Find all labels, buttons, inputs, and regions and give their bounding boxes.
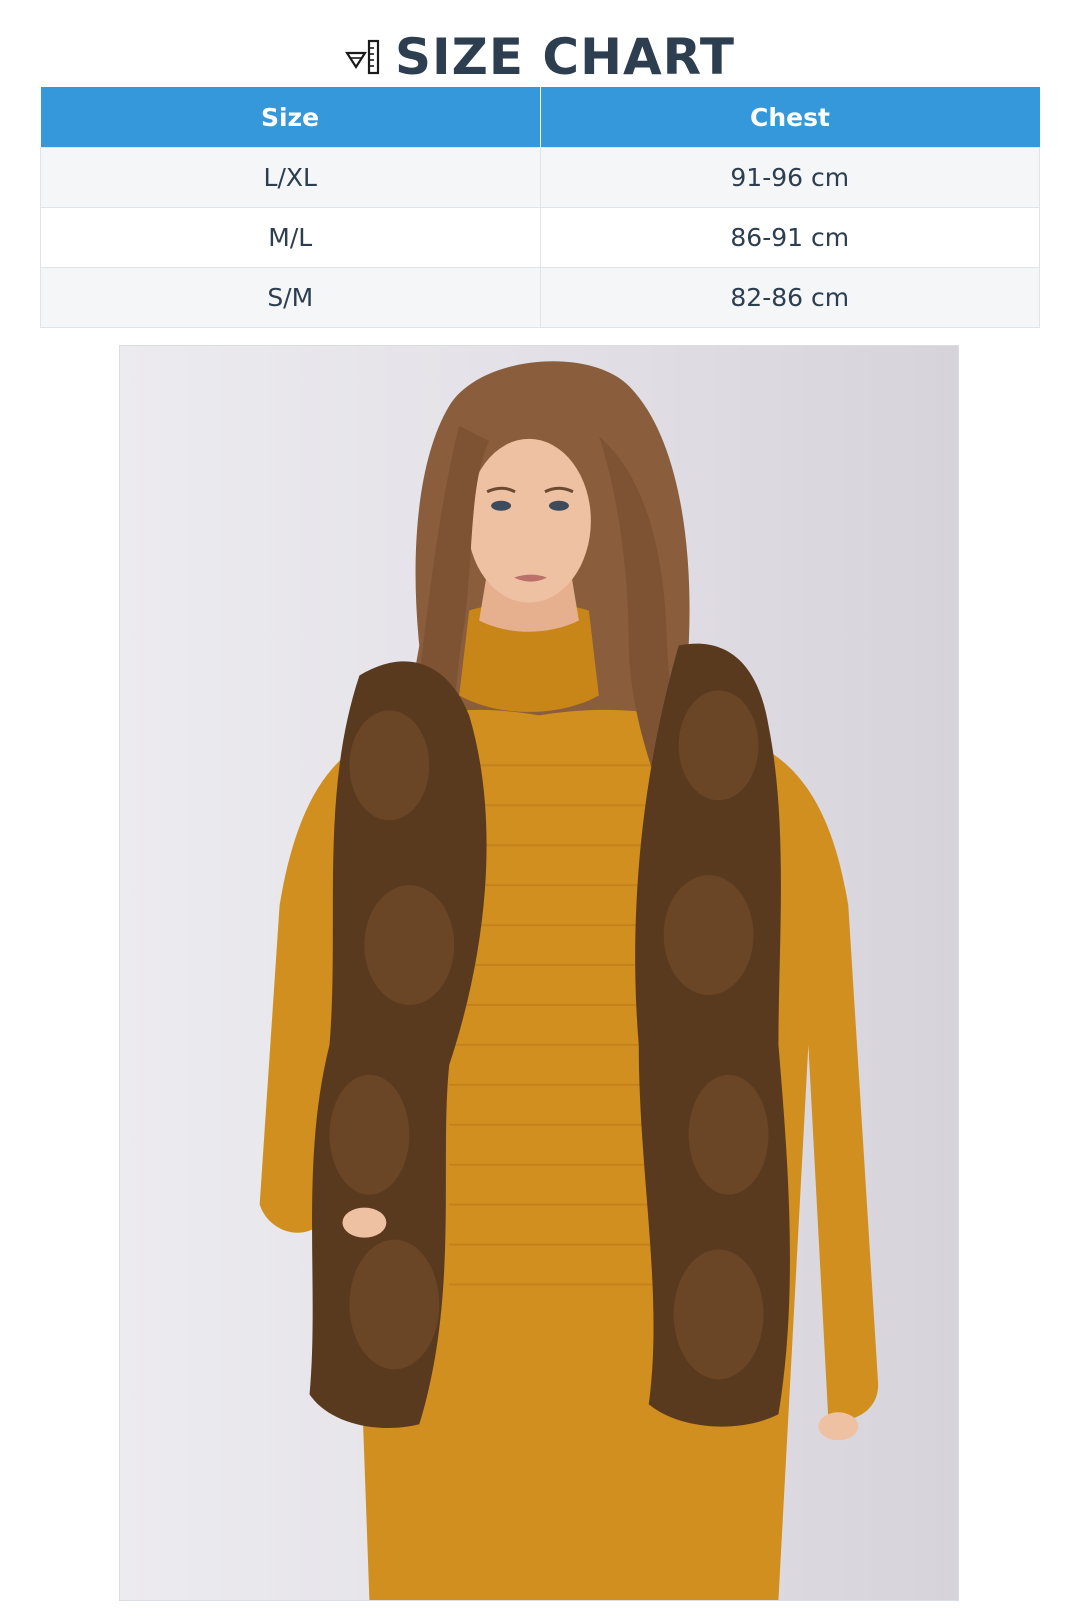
table-row: S/M 82-86 cm xyxy=(40,267,1040,328)
chest-cell: 86-91 cm xyxy=(539,207,1040,268)
size-chart-header: SIZE CHART xyxy=(0,22,1080,92)
table-row: L/XL 91-96 cm xyxy=(40,147,1040,208)
ruler-icon xyxy=(344,39,380,75)
chest-cell: 82-86 cm xyxy=(539,267,1040,328)
page-title: SIZE CHART xyxy=(394,28,736,86)
model-illustration xyxy=(259,361,879,1600)
size-chart-table: Size Chest L/XL 91-96 cm M/L 86-91 cm S/… xyxy=(40,87,1040,328)
size-cell: L/XL xyxy=(40,147,541,208)
size-cell: M/L xyxy=(40,207,541,268)
size-cell: S/M xyxy=(40,267,541,328)
column-header-size: Size xyxy=(40,87,541,148)
column-header-chest: Chest xyxy=(540,87,1040,148)
table-header-row: Size Chest xyxy=(40,87,1040,148)
chest-cell: 91-96 cm xyxy=(539,147,1040,208)
product-photo xyxy=(119,345,959,1601)
table-row: M/L 86-91 cm xyxy=(40,207,1040,268)
